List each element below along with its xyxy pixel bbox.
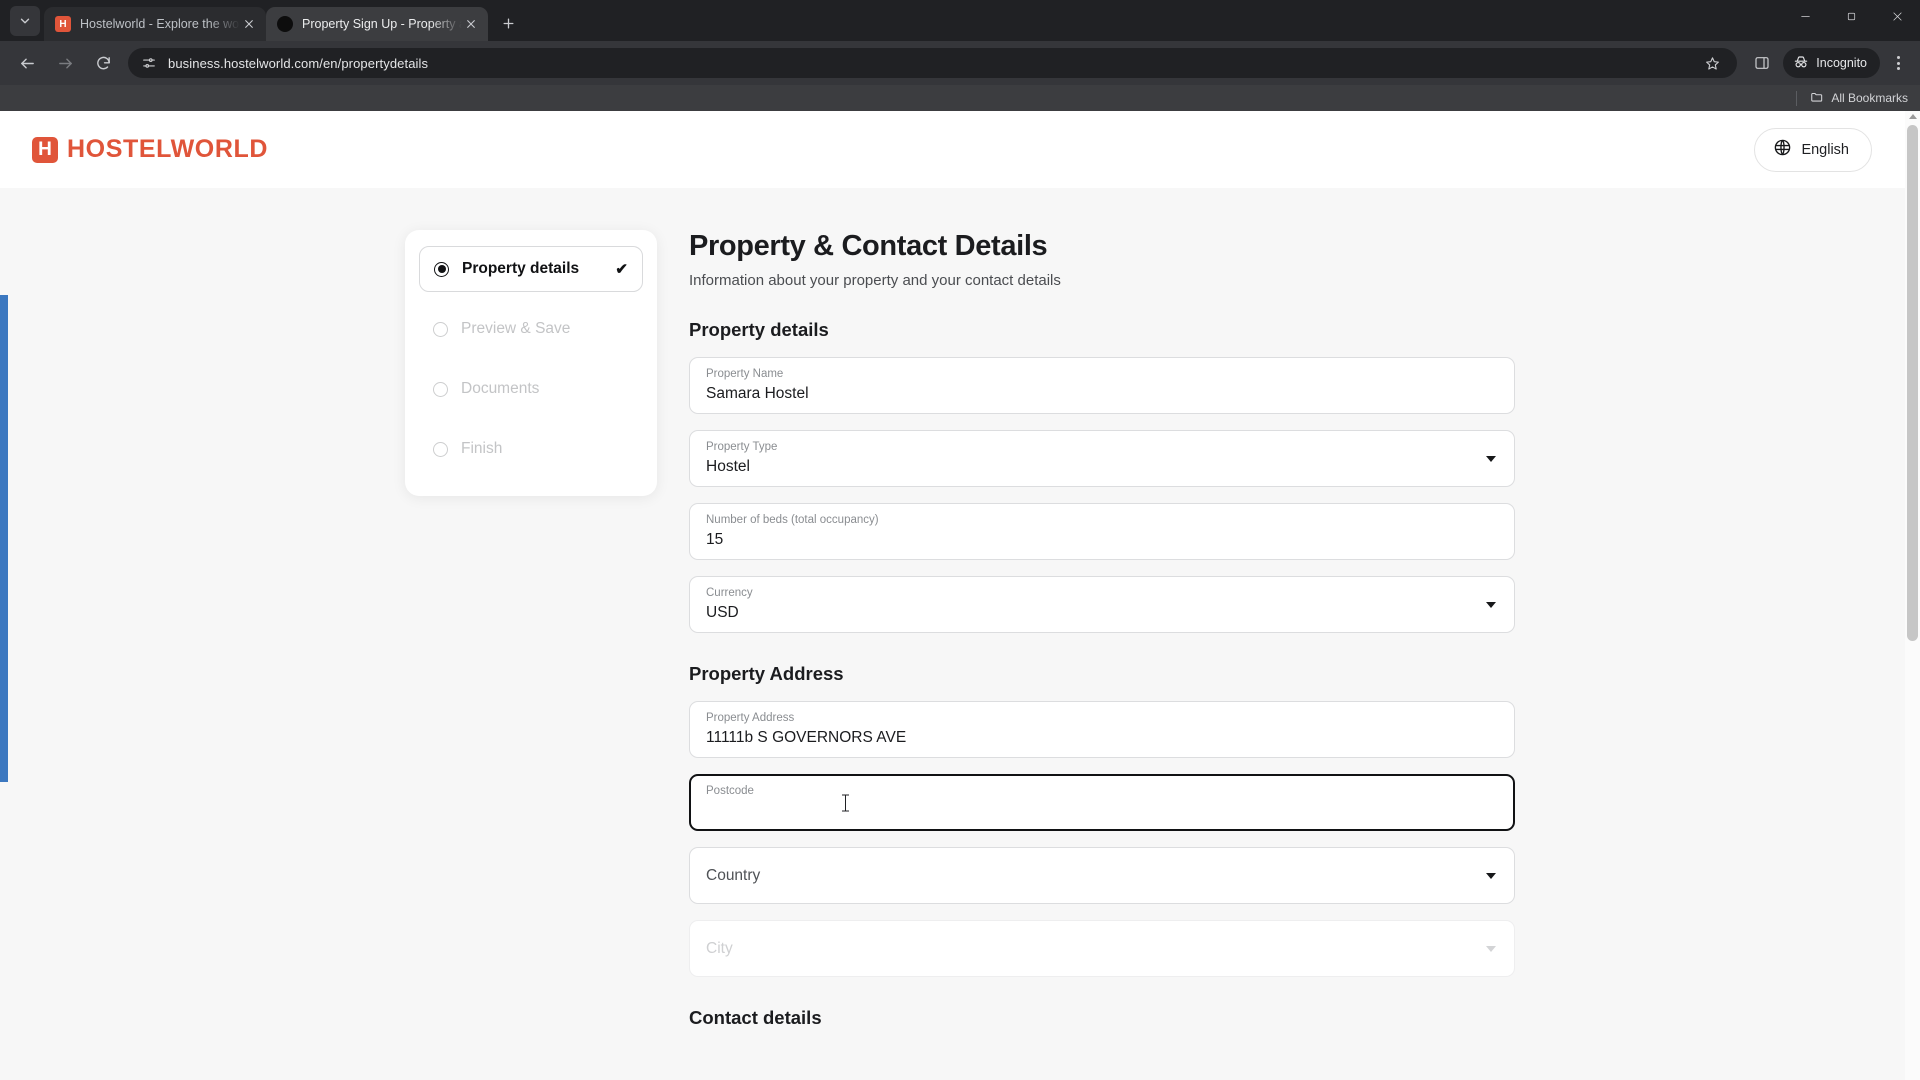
globe-icon xyxy=(1773,138,1792,161)
side-panel-icon[interactable] xyxy=(1747,48,1777,78)
field-value: Samara Hostel xyxy=(706,385,809,402)
tab-title: Hostelworld - Explore the world xyxy=(80,17,240,31)
page-settings-icon[interactable] xyxy=(140,54,158,72)
language-label: English xyxy=(1801,141,1849,158)
tab-strip: H Hostelworld - Explore the world Proper… xyxy=(0,0,1920,41)
all-bookmarks-button[interactable]: All Bookmarks xyxy=(1810,90,1908,107)
text-cursor-icon xyxy=(842,794,849,811)
close-icon[interactable] xyxy=(240,15,258,33)
stepper-item-finish[interactable]: Finish xyxy=(419,426,643,472)
new-tab-button[interactable] xyxy=(494,9,522,37)
number-of-beds-field[interactable]: Number of beds (total occupancy) 15 xyxy=(689,503,1515,560)
incognito-indicator[interactable]: Incognito xyxy=(1783,48,1880,78)
window-controls xyxy=(1782,0,1920,33)
country-select[interactable]: Country xyxy=(689,847,1515,904)
postcode-field[interactable]: Postcode xyxy=(689,774,1515,831)
browser-toolbar: business.hostelworld.com/en/propertydeta… xyxy=(0,41,1920,85)
browser-tab-property-signup[interactable]: Property Sign Up - Property and xyxy=(266,7,488,41)
address-bar[interactable]: business.hostelworld.com/en/propertydeta… xyxy=(128,48,1738,78)
dark-circle-favicon xyxy=(277,16,293,32)
stepper-item-label: Finish xyxy=(461,440,503,457)
hostelworld-signup-page: H HOSTELWORLD English Property details ✔… xyxy=(0,111,1920,1045)
section-heading-property-address: Property Address xyxy=(689,663,844,684)
radio-icon xyxy=(434,261,449,277)
stepper-item-property-details[interactable]: Property details ✔ xyxy=(419,246,643,292)
property-name-field[interactable]: Property Name Samara Hostel xyxy=(689,357,1515,414)
scroll-up-arrow-icon[interactable] xyxy=(1909,114,1917,119)
tab-title: Property Sign Up - Property and xyxy=(302,17,462,31)
chevron-down-icon xyxy=(1486,872,1496,879)
incognito-icon xyxy=(1793,54,1809,73)
check-icon: ✔ xyxy=(615,260,628,278)
bookmarks-bar: All Bookmarks xyxy=(0,85,1920,111)
city-select[interactable]: City xyxy=(689,920,1515,977)
page-scrollbar[interactable] xyxy=(1905,111,1920,1080)
section-heading-contact-details: Contact details xyxy=(689,1007,822,1028)
maximize-icon[interactable] xyxy=(1828,0,1874,33)
radio-icon xyxy=(433,321,448,337)
radio-icon xyxy=(433,381,448,397)
close-icon[interactable] xyxy=(1874,0,1920,33)
field-value: 15 xyxy=(706,531,724,548)
language-selector[interactable]: English xyxy=(1754,127,1872,172)
page-content: Property details ✔ Preview & Save Docume… xyxy=(0,188,1920,1045)
incognito-label: Incognito xyxy=(1816,56,1867,70)
left-edge-highlight-bar xyxy=(0,295,8,782)
chevron-down-icon xyxy=(1486,945,1496,952)
field-value: 11111b S GOVERNORS AVE xyxy=(706,729,907,746)
close-icon[interactable] xyxy=(462,15,480,33)
url-text: business.hostelworld.com/en/propertydeta… xyxy=(168,55,429,71)
star-icon[interactable] xyxy=(1699,50,1725,76)
signup-stepper: Property details ✔ Preview & Save Docume… xyxy=(405,230,657,496)
stepper-item-label: Property details xyxy=(462,260,580,277)
scrollbar-thumb[interactable] xyxy=(1907,125,1918,641)
hostelworld-logo-text: HOSTELWORLD xyxy=(67,135,269,163)
page-title: Property & Contact Details xyxy=(689,230,1048,262)
stepper-item-label: Preview & Save xyxy=(461,320,571,337)
section-heading-property-details: Property details xyxy=(689,319,829,340)
reload-icon[interactable] xyxy=(87,47,119,79)
currency-select[interactable]: Currency USD xyxy=(689,576,1515,633)
field-label: Country xyxy=(706,866,761,884)
field-label: City xyxy=(706,939,733,957)
hostelworld-favicon: H xyxy=(55,16,71,32)
forward-arrow-icon[interactable] xyxy=(49,47,81,79)
hostelworld-logo[interactable]: H HOSTELWORLD xyxy=(32,135,268,164)
stepper-item-preview-save[interactable]: Preview & Save xyxy=(419,306,643,352)
hostelworld-logo-mark: H xyxy=(32,136,58,163)
property-type-select[interactable]: Property Type Hostel xyxy=(689,430,1515,487)
field-label: Postcode xyxy=(706,785,754,797)
field-label: Number of beds (total occupancy) xyxy=(706,514,879,526)
chevron-down-icon xyxy=(1486,601,1496,608)
field-label: Property Name xyxy=(706,368,784,380)
site-header: H HOSTELWORLD English xyxy=(0,111,1920,188)
stepper-item-documents[interactable]: Documents xyxy=(419,366,643,412)
browser-window: H Hostelworld - Explore the world Proper… xyxy=(0,0,1920,1080)
page-viewport: H HOSTELWORLD English Property details ✔… xyxy=(0,111,1920,1080)
radio-icon xyxy=(433,441,448,457)
three-dots-icon[interactable] xyxy=(1884,48,1912,78)
page-subtitle: Information about your property and your… xyxy=(689,272,1061,289)
all-bookmarks-label: All Bookmarks xyxy=(1831,91,1908,105)
field-value: Hostel xyxy=(706,458,750,475)
tab-search-icon[interactable] xyxy=(10,6,40,36)
toolbar-actions: Incognito xyxy=(1745,48,1912,78)
field-label: Property Address xyxy=(706,712,795,724)
divider xyxy=(1796,90,1798,106)
chevron-down-icon xyxy=(1486,455,1496,462)
stepper-item-label: Documents xyxy=(461,380,540,397)
property-contact-form: Property & Contact Details Information a… xyxy=(689,230,1515,1045)
field-value: USD xyxy=(706,604,739,621)
back-arrow-icon[interactable] xyxy=(11,47,43,79)
field-label: Property Type xyxy=(706,441,778,453)
folder-icon xyxy=(1810,90,1824,107)
property-address-field[interactable]: Property Address 11111b S GOVERNORS AVE xyxy=(689,701,1515,758)
browser-tab-hostelworld[interactable]: H Hostelworld - Explore the world xyxy=(44,7,266,41)
minimize-icon[interactable] xyxy=(1782,0,1828,33)
field-label: Currency xyxy=(706,587,753,599)
